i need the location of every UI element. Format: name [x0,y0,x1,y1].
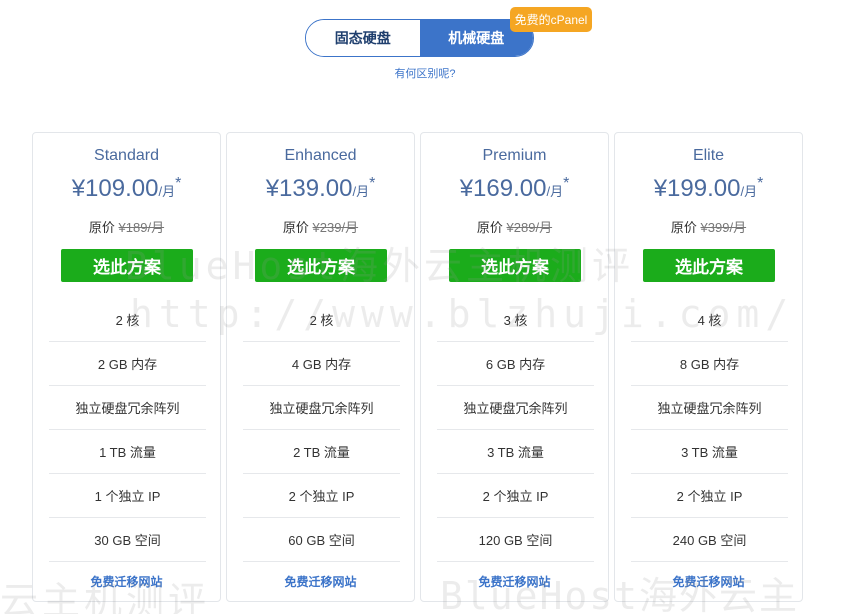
select-plan-button[interactable]: 选此方案 [61,249,193,282]
plan-name: Standard [94,147,159,164]
feature-raid: 独立硬盘冗余阵列 [437,386,594,430]
free-migration-link[interactable]: 免费迁移网站 [227,573,414,590]
feature-ip: 2 个独立 IP [243,474,400,518]
plan-card-standard: Standard ¥109.00/月* 原价 ¥189/月 选此方案 2 核 2… [32,132,221,602]
feature-cpu: 4 核 [631,298,788,342]
price-amount: 199.00 [667,175,741,202]
plan-price: ¥139.00/月* [227,175,414,203]
original-price-label: 原价 [282,220,309,235]
feature-memory: 2 GB 内存 [49,342,206,386]
feature-raid: 独立硬盘冗余阵列 [49,386,206,430]
original-price: 原价 ¥399/月 [615,217,802,236]
price-amount: 169.00 [473,175,547,202]
price-currency: ¥ [459,175,474,202]
plan-price: ¥169.00/月* [421,175,608,203]
price-currency: ¥ [653,175,668,202]
plan-card-elite: Elite ¥199.00/月* 原价 ¥399/月 选此方案 4 核 8 GB… [614,132,803,602]
free-migration-link[interactable]: 免费迁移网站 [33,573,220,590]
disk-type-toggle: 固态硬盘 机械硬盘 [305,19,534,57]
plan-name: Premium [482,147,547,164]
price-unit: /月 [352,184,370,199]
feature-memory: 8 GB 内存 [631,342,788,386]
feature-bandwidth: 3 TB 流量 [437,430,594,474]
feature-cpu: 3 核 [437,298,594,342]
feature-bandwidth: 2 TB 流量 [243,430,400,474]
feature-ip: 1 个独立 IP [49,474,206,518]
feature-storage: 60 GB 空间 [243,518,400,562]
feature-memory: 6 GB 内存 [437,342,594,386]
price-star: * [369,175,376,192]
original-price-value: ¥239/月 [312,220,359,235]
select-plan-button[interactable]: 选此方案 [449,249,581,282]
free-migration-link[interactable]: 免费迁移网站 [615,573,802,590]
original-price: 原价 ¥189/月 [33,217,220,236]
plan-name: Elite [692,147,725,164]
original-price: 原价 ¥239/月 [227,217,414,236]
price-star: * [757,175,764,192]
feature-ip: 2 个独立 IP [437,474,594,518]
original-price-value: ¥289/月 [506,220,553,235]
price-unit: /月 [158,184,176,199]
plan-card-premium: Premium ¥169.00/月* 原价 ¥289/月 选此方案 3 核 6 … [420,132,609,602]
original-price-label: 原价 [476,220,503,235]
original-price-value: ¥399/月 [700,220,747,235]
plan-name: Enhanced [284,147,357,164]
original-price-value: ¥189/月 [118,220,165,235]
plan-price: ¥109.00/月* [33,175,220,203]
original-price-label: 原价 [88,220,115,235]
feature-cpu: 2 核 [49,298,206,342]
price-star: * [563,175,570,192]
free-migration-link[interactable]: 免费迁移网站 [421,573,608,590]
feature-storage: 30 GB 空间 [49,518,206,562]
price-star: * [175,175,182,192]
select-plan-button[interactable]: 选此方案 [643,249,775,282]
feature-list: 2 核 2 GB 内存 独立硬盘冗余阵列 1 TB 流量 1 个独立 IP 30… [49,298,206,562]
price-unit: /月 [546,184,564,199]
plan-card-enhanced: Enhanced ¥139.00/月* 原价 ¥239/月 选此方案 2 核 4… [226,132,415,602]
price-currency: ¥ [265,175,280,202]
difference-link[interactable]: 有何区别呢? [360,65,490,81]
feature-raid: 独立硬盘冗余阵列 [631,386,788,430]
feature-cpu: 2 核 [243,298,400,342]
feature-bandwidth: 1 TB 流量 [49,430,206,474]
feature-storage: 240 GB 空间 [631,518,788,562]
select-plan-button[interactable]: 选此方案 [255,249,387,282]
price-unit: /月 [740,184,758,199]
feature-list: 3 核 6 GB 内存 独立硬盘冗余阵列 3 TB 流量 2 个独立 IP 12… [437,298,594,562]
feature-bandwidth: 3 TB 流量 [631,430,788,474]
price-amount: 109.00 [85,175,159,202]
free-cpanel-badge: 免费的cPanel [510,7,592,32]
original-price-label: 原价 [670,220,697,235]
feature-raid: 独立硬盘冗余阵列 [243,386,400,430]
feature-storage: 120 GB 空间 [437,518,594,562]
toggle-group: 固态硬盘 机械硬盘 [305,19,534,57]
feature-list: 4 核 8 GB 内存 独立硬盘冗余阵列 3 TB 流量 2 个独立 IP 24… [631,298,788,562]
feature-list: 2 核 4 GB 内存 独立硬盘冗余阵列 2 TB 流量 2 个独立 IP 60… [243,298,400,562]
price-amount: 139.00 [279,175,353,202]
plan-price: ¥199.00/月* [615,175,802,203]
original-price: 原价 ¥289/月 [421,217,608,236]
price-currency: ¥ [71,175,86,202]
feature-ip: 2 个独立 IP [631,474,788,518]
ssd-tab[interactable]: 固态硬盘 [306,20,420,56]
feature-memory: 4 GB 内存 [243,342,400,386]
